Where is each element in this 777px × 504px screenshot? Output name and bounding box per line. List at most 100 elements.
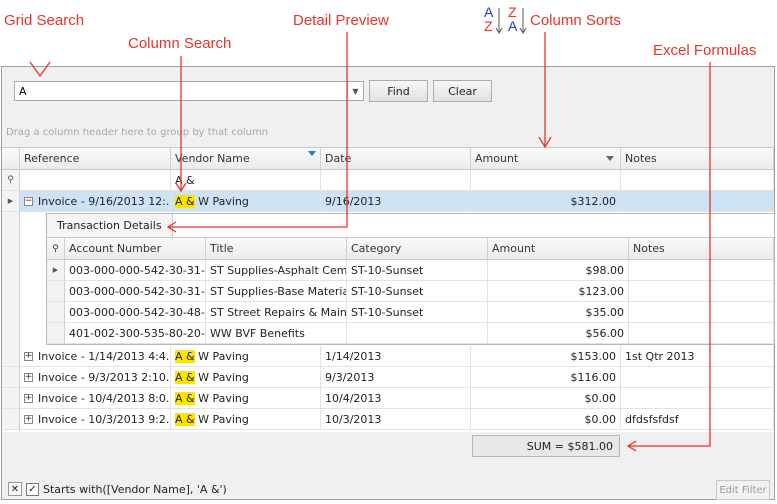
table-row-date[interactable]: 10/4/2013	[321, 388, 471, 409]
detail-row-account[interactable]: 401-002-300-535-80-20-00	[65, 323, 206, 344]
cell-text: W Paving	[194, 349, 249, 363]
summary-sum-cell[interactable]: SUM = $581.00	[472, 435, 620, 457]
filter-cell-vendor-name[interactable]: A &	[171, 170, 321, 191]
table-row-selected-date[interactable]: 9/16/2013	[321, 191, 471, 212]
cell-text: W Paving	[194, 194, 249, 208]
column-header-reference[interactable]: Reference	[20, 148, 171, 170]
detail-header-account-number[interactable]: Account Number	[65, 238, 206, 260]
detail-row-title[interactable]: ST Supplies-Base Materia...	[206, 281, 347, 302]
filter-row-pin-icon: ⚲	[2, 170, 20, 191]
grid-search-input[interactable]	[15, 82, 347, 100]
grid-search-combo[interactable]: ▼	[14, 81, 364, 101]
search-highlight: A &	[175, 370, 195, 384]
table-row-amount[interactable]: $0.00	[471, 409, 621, 430]
column-header-label: Vendor Name	[175, 152, 250, 165]
filter-expression[interactable]: Starts with([Vendor Name], 'A &')	[43, 483, 227, 496]
detail-preview-panel: Transaction Details ⚲ Account Number Tit…	[46, 213, 776, 345]
column-header-date[interactable]: Date	[321, 148, 471, 170]
group-by-panel[interactable]: Drag a column header here to group by th…	[2, 118, 774, 146]
detail-header-title[interactable]: Title	[206, 238, 347, 260]
detail-row-amount[interactable]: $35.00	[488, 302, 629, 323]
search-highlight: A &	[175, 412, 195, 426]
table-row-amount[interactable]: $153.00	[471, 346, 621, 367]
table-row-reference[interactable]: + Invoice - 9/3/2013 2:10...	[20, 367, 171, 388]
cell-text: Invoice - 9/3/2013 2:10...	[38, 370, 171, 384]
header-corner	[2, 148, 20, 170]
filter-cell-amount[interactable]	[471, 170, 621, 191]
table-row-reference[interactable]: + Invoice - 10/3/2013 9:2...	[20, 409, 171, 430]
table-row-selected-amount[interactable]: $312.00	[471, 191, 621, 212]
table-row-vendor[interactable]: A & W Paving	[171, 409, 321, 430]
column-header-vendor-name[interactable]: Vendor Name	[171, 148, 321, 170]
filter-panel: ✕ ✓ Starts with([Vendor Name], 'A &')	[2, 478, 774, 500]
row-indicator	[2, 388, 20, 409]
detail-row-title[interactable]: ST Supplies-Asphalt Cem...	[206, 260, 347, 281]
table-row-notes[interactable]	[621, 367, 774, 388]
detail-header-amount[interactable]: Amount	[488, 238, 629, 260]
close-icon[interactable]: ✕	[8, 482, 22, 496]
row-indicator	[2, 346, 20, 367]
clear-button[interactable]: Clear	[433, 80, 492, 102]
chevron-down-icon[interactable]: ▼	[347, 82, 363, 100]
expand-icon[interactable]: +	[24, 351, 33, 361]
detail-row-amount[interactable]: $56.00	[488, 323, 629, 344]
table-row-selected-vendor[interactable]: A & W Paving	[171, 191, 321, 212]
row-indicator	[2, 409, 20, 430]
find-button[interactable]: Find	[369, 80, 428, 102]
detail-header-notes[interactable]: Notes	[629, 238, 774, 260]
detail-row-notes[interactable]	[629, 260, 774, 281]
detail-row-title[interactable]: ST Street Repairs & Main...	[206, 302, 347, 323]
table-row-selected-reference[interactable]: − Invoice - 9/16/2013 12:...	[20, 191, 171, 212]
detail-row-account[interactable]: 003-000-000-542-30-31-01	[65, 260, 206, 281]
filter-enabled-checkbox[interactable]: ✓	[26, 482, 39, 496]
search-highlight: A &	[175, 194, 195, 208]
detail-row-account[interactable]: 003-000-000-542-30-31-03	[65, 281, 206, 302]
filter-cell-date[interactable]	[321, 170, 471, 191]
column-header-label: Amount	[475, 152, 519, 165]
tab-transaction-details[interactable]: Transaction Details	[47, 214, 173, 238]
sort-descending-icon: Z A	[506, 4, 528, 36]
edit-filter-button[interactable]: Edit Filter	[716, 480, 770, 500]
detail-row-category[interactable]: ST-10-Sunset	[347, 260, 488, 281]
detail-row-account[interactable]: 003-000-000-542-30-48-00	[65, 302, 206, 323]
filter-icon[interactable]	[308, 151, 316, 156]
column-header-notes[interactable]: Notes	[621, 148, 774, 170]
table-row-notes[interactable]: dfdsfsfdsf	[621, 409, 774, 430]
detail-header-category[interactable]: Category	[347, 238, 488, 260]
collapse-icon[interactable]: −	[24, 196, 33, 206]
table-row-notes[interactable]	[621, 388, 774, 409]
table-row-amount[interactable]: $0.00	[471, 388, 621, 409]
cell-text: Invoice - 9/16/2013 12:...	[38, 194, 171, 208]
table-row-reference[interactable]: + Invoice - 10/4/2013 8:0...	[20, 388, 171, 409]
search-highlight: A &	[175, 391, 195, 405]
expand-icon[interactable]: +	[24, 414, 33, 424]
detail-row-notes[interactable]	[629, 281, 774, 302]
detail-row-category[interactable]: ST-10-Sunset	[347, 281, 488, 302]
detail-row-amount[interactable]: $123.00	[488, 281, 629, 302]
filter-cell-reference[interactable]	[20, 170, 171, 191]
detail-row-category[interactable]: ST-10-Sunset	[347, 302, 488, 323]
table-row-date[interactable]: 10/3/2013	[321, 409, 471, 430]
detail-row-notes[interactable]	[629, 323, 774, 344]
expand-icon[interactable]: +	[24, 372, 33, 382]
annotation-column-sorts: Column Sorts	[530, 12, 621, 29]
detail-row-title[interactable]: WW BVF Benefits	[206, 323, 347, 344]
table-row-notes[interactable]: 1st Qtr 2013	[621, 346, 774, 367]
detail-row-amount[interactable]: $98.00	[488, 260, 629, 281]
table-row-reference[interactable]: + Invoice - 1/14/2013 4:4...	[20, 346, 171, 367]
table-row-selected-notes[interactable]	[621, 191, 774, 212]
expand-icon[interactable]: +	[24, 393, 33, 403]
table-row-date[interactable]: 9/3/2013	[321, 367, 471, 388]
table-row-date[interactable]: 1/14/2013	[321, 346, 471, 367]
table-row-vendor[interactable]: A & W Paving	[171, 388, 321, 409]
annotation-column-search: Column Search	[128, 35, 232, 52]
detail-row-notes[interactable]	[629, 302, 774, 323]
cell-text: W Paving	[194, 391, 249, 405]
detail-row-category[interactable]	[347, 323, 488, 344]
table-row-amount[interactable]: $116.00	[471, 367, 621, 388]
filter-cell-notes[interactable]	[621, 170, 774, 191]
table-row-vendor[interactable]: A & W Paving	[171, 346, 321, 367]
column-header-amount[interactable]: Amount	[471, 148, 621, 170]
table-row-vendor[interactable]: A & W Paving	[171, 367, 321, 388]
detail-search-icon[interactable]: ⚲	[47, 238, 65, 260]
